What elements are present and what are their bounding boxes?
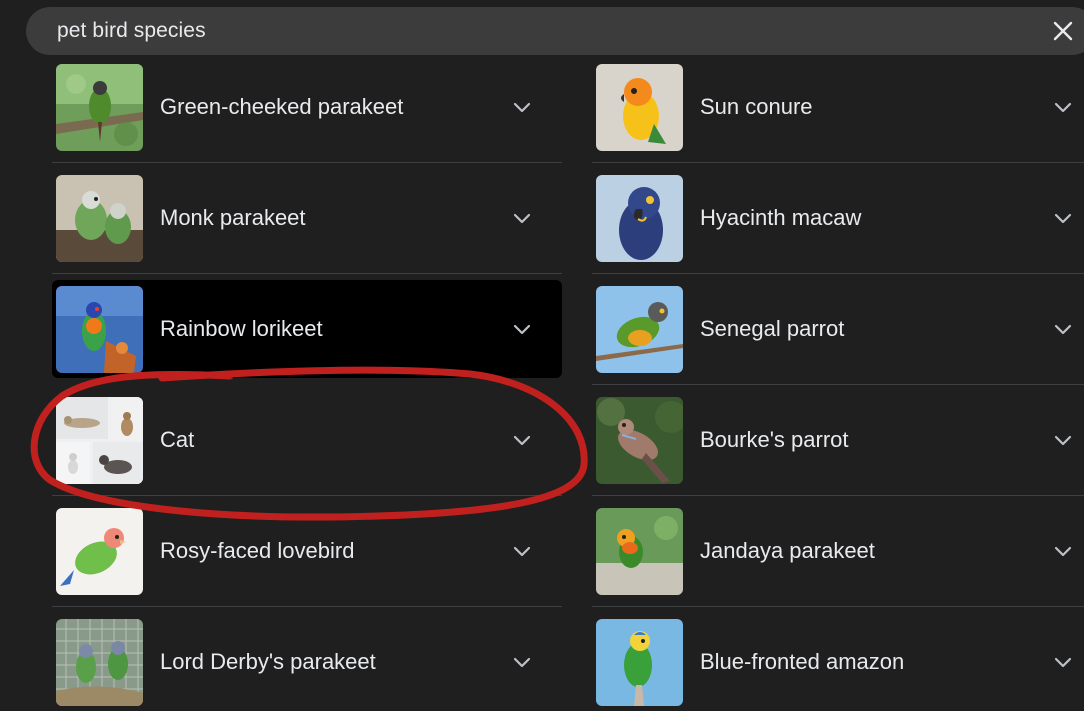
result-item-blue-fronted-amazon[interactable]: Blue-fronted amazon [592, 607, 1084, 711]
chevron-down-icon[interactable] [1053, 430, 1073, 450]
chevron-down-icon[interactable] [1053, 652, 1073, 672]
cat-photo-collage [56, 397, 143, 484]
blue-fronted-amazon-photo [596, 619, 683, 706]
search-bar[interactable]: pet bird species [26, 7, 1084, 55]
result-item-rainbow-lorikeet[interactable]: Rainbow lorikeet [52, 280, 562, 378]
jandaya-parakeet-photo [596, 508, 683, 595]
green-cheeked-parakeet-photo [56, 64, 143, 151]
chevron-down-icon[interactable] [512, 97, 532, 117]
search-query[interactable]: pet bird species [57, 19, 206, 43]
close-icon [1053, 21, 1073, 41]
senegal-parrot-photo [596, 286, 683, 373]
result-item-sun-conure[interactable]: Sun conure [592, 52, 1084, 163]
result-item-cat[interactable]: Cat [52, 385, 562, 496]
result-label: Senegal parrot [700, 316, 845, 341]
chevron-down-icon[interactable] [1053, 319, 1073, 339]
rosy-faced-lovebird-photo [56, 508, 143, 595]
result-item-jandaya-parakeet[interactable]: Jandaya parakeet [592, 496, 1084, 607]
result-label: Green-cheeked parakeet [160, 94, 404, 119]
chevron-down-icon[interactable] [512, 208, 532, 228]
result-label: Hyacinth macaw [700, 205, 862, 230]
result-label: Monk parakeet [160, 205, 306, 230]
result-label: Sun conure [700, 94, 813, 119]
lord-derbys-parakeet-photo [56, 619, 143, 706]
result-label: Lord Derby's parakeet [160, 649, 376, 674]
results-column-left: Green-cheeked parakeet Monk parakeet Rai… [52, 52, 562, 711]
clear-search-button[interactable] [1050, 18, 1076, 44]
result-label: Jandaya parakeet [700, 538, 875, 563]
results-column-right: Sun conure Hyacinth macaw Senegal parrot… [592, 52, 1084, 711]
result-label: Rosy-faced lovebird [160, 538, 355, 563]
result-item-rosy-faced-lovebird[interactable]: Rosy-faced lovebird [52, 496, 562, 607]
chevron-down-icon[interactable] [1053, 97, 1073, 117]
chevron-down-icon[interactable] [1053, 541, 1073, 561]
result-item-hyacinth-macaw[interactable]: Hyacinth macaw [592, 163, 1084, 274]
chevron-down-icon[interactable] [1053, 208, 1073, 228]
chevron-down-icon[interactable] [512, 541, 532, 561]
chevron-down-icon[interactable] [512, 652, 532, 672]
result-label: Bourke's parrot [700, 427, 849, 452]
result-label: Blue-fronted amazon [700, 649, 905, 674]
bourkes-parrot-photo [596, 397, 683, 484]
chevron-down-icon[interactable] [512, 319, 532, 339]
chevron-down-icon[interactable] [512, 430, 532, 450]
rainbow-lorikeet-photo [56, 286, 143, 373]
result-label: Rainbow lorikeet [160, 316, 323, 341]
result-item-bourkes-parrot[interactable]: Bourke's parrot [592, 385, 1084, 496]
result-label: Cat [160, 427, 195, 452]
result-item-monk-parakeet[interactable]: Monk parakeet [52, 163, 562, 274]
result-item-green-cheeked-parakeet[interactable]: Green-cheeked parakeet [52, 52, 562, 163]
result-item-senegal-parrot[interactable]: Senegal parrot [592, 274, 1084, 385]
result-item-lord-derbys-parakeet[interactable]: Lord Derby's parakeet [52, 607, 562, 711]
hyacinth-macaw-photo [596, 175, 683, 262]
monk-parakeet-photo [56, 175, 143, 262]
sun-conure-photo [596, 64, 683, 151]
search-results-page: pet bird species Green-cheeked parakeet … [0, 0, 1084, 711]
